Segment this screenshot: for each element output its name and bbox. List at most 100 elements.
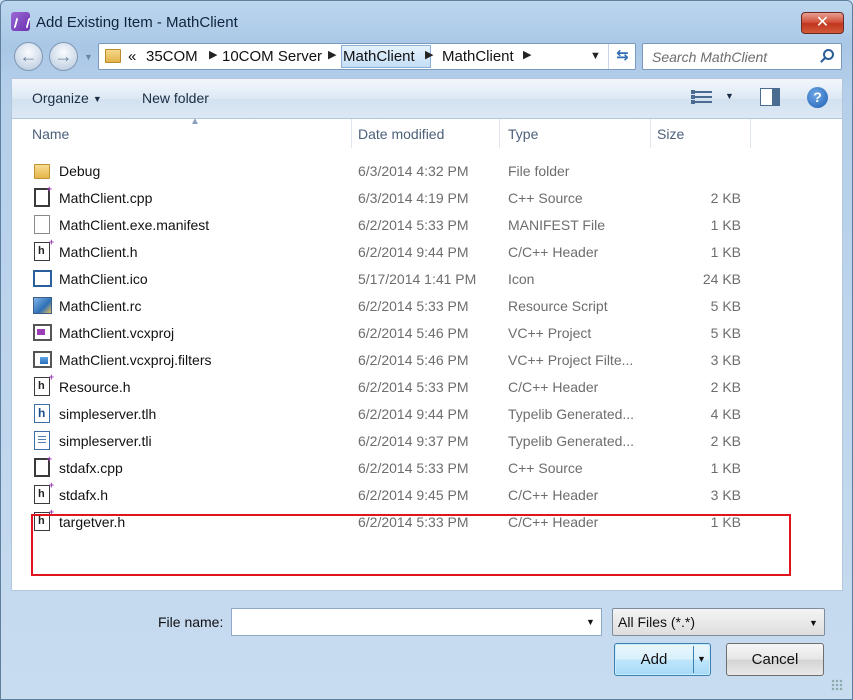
list-view-icon-line <box>691 95 712 99</box>
file-size-cell: 2 KB <box>710 190 741 206</box>
file-size-cell: 1 KB <box>710 217 741 233</box>
list-view-icon <box>691 90 712 94</box>
file-type-cell: VC++ Project Filte... <box>508 352 634 368</box>
file-row[interactable]: MathClient.cpp 6/3/2014 4:19 PM C++ Source… <box>12 184 844 212</box>
visual-studio-icon <box>11 12 30 31</box>
file-name-label: File name: <box>158 614 224 630</box>
file-name-combobox[interactable]: ▼ <box>231 608 602 636</box>
breadcrumb-mathclient-current[interactable]: MathClient <box>442 48 514 65</box>
chevron-down-icon[interactable]: ▼ <box>586 617 595 627</box>
file-row[interactable]: stdafx.cpp 6/2/2014 5:33 PM C++ Source 1 KB <box>12 454 844 482</box>
help-icon[interactable]: ? <box>807 87 828 108</box>
file-list[interactable]: Name ▲ Date modified Type Size Debug 6/3/… <box>11 116 844 591</box>
file-date-cell: 6/2/2014 9:45 PM <box>358 487 469 503</box>
file-name-input[interactable] <box>232 609 572 635</box>
column-header-name[interactable]: Name ▲ <box>22 116 352 148</box>
file-row[interactable]: MathClient.vcxproj 6/2/2014 5:46 PM VC++ P… <box>12 320 844 347</box>
folder-icon <box>34 164 50 179</box>
file-name-cell: Debug <box>59 163 101 179</box>
file-name-cell: MathClient.vcxproj <box>59 325 175 341</box>
file-row[interactable]: targetver.h 6/2/2014 5:33 PM C/C++ Header 1… <box>12 507 844 536</box>
header-file-icon <box>34 372 54 396</box>
header-file-icon <box>34 507 54 531</box>
organize-menu[interactable]: Organize ▼ <box>32 90 102 106</box>
add-button[interactable]: Add ▼ <box>614 643 711 676</box>
file-row[interactable]: Debug 6/3/2014 4:32 PM File folder <box>12 158 844 185</box>
column-header-size[interactable]: Size <box>647 119 751 148</box>
column-header-type[interactable]: Type <box>498 119 651 148</box>
sort-ascending-icon: ▲ <box>190 116 200 127</box>
refresh-button[interactable]: ⇆ <box>608 44 636 69</box>
breadcrumb-35com[interactable]: 35COM <box>146 48 198 65</box>
title-bar: Add Existing Item - MathClient ✕ <box>1 1 852 41</box>
breadcrumb-chevron-icon[interactable]: ▶ <box>209 48 217 61</box>
cancel-button[interactable]: Cancel <box>726 643 824 676</box>
breadcrumb-mathclient-parent[interactable]: MathClient <box>343 48 415 65</box>
add-options-dropdown[interactable]: ▼ <box>697 644 706 675</box>
address-history-dropdown[interactable]: ▼ <box>590 50 601 62</box>
new-folder-button[interactable]: New folder <box>142 90 209 106</box>
close-button[interactable]: ✕ <box>801 12 844 34</box>
file-size-cell: 1 KB <box>710 514 741 530</box>
file-row[interactable]: MathClient.rc 6/2/2014 5:33 PM Resource Sc… <box>12 293 844 320</box>
file-row[interactable]: MathClient.h 6/2/2014 9:44 PM C/C++ Header… <box>12 237 844 266</box>
search-input[interactable] <box>643 44 815 69</box>
search-icon[interactable] <box>823 49 834 60</box>
file-type-cell: Typelib Generated... <box>508 406 635 422</box>
file-type-cell: C/C++ Header <box>508 379 599 395</box>
preview-pane-icon[interactable] <box>760 88 780 106</box>
file-type-cell: VC++ Project <box>508 325 592 341</box>
file-size-cell: 24 KB <box>702 271 741 287</box>
file-date-cell: 6/2/2014 5:33 PM <box>358 460 469 476</box>
split-divider <box>693 646 694 673</box>
file-date-cell: 6/2/2014 9:44 PM <box>358 244 469 260</box>
dialog-window: Add Existing Item - MathClient ✕ ← → ▼ «… <box>0 0 853 700</box>
file-name-cell: Resource.h <box>59 379 131 395</box>
search-box[interactable] <box>642 43 842 70</box>
file-type-filter-value: All Files (*.*) <box>618 614 696 630</box>
project-file-icon <box>33 324 52 341</box>
view-options-dropdown[interactable]: ▼ <box>725 91 734 101</box>
back-button[interactable]: ← <box>14 42 43 71</box>
file-row[interactable]: Resource.h 6/2/2014 5:33 PM C/C++ Header 2 … <box>12 372 844 401</box>
change-view-button[interactable] <box>691 89 712 105</box>
file-date-cell: 6/2/2014 5:46 PM <box>358 325 469 341</box>
breadcrumb-chevron-icon[interactable]: ▶ <box>328 48 336 61</box>
file-name-cell: MathClient.rc <box>59 298 142 314</box>
file-row[interactable]: MathClient.ico 5/17/2014 1:41 PM Icon 24 KB <box>12 266 844 293</box>
file-name-cell: stdafx.cpp <box>59 460 123 476</box>
breadcrumb-overflow[interactable]: « <box>128 48 136 65</box>
typelib-impl-icon <box>34 431 50 450</box>
command-bar: Organize ▼ New folder ▼ ? <box>11 78 843 119</box>
resource-script-icon <box>33 297 52 314</box>
file-row[interactable]: MathClient.exe.manifest 6/2/2014 5:33 PM M… <box>12 212 844 239</box>
breadcrumb-chevron-icon[interactable]: ▶ <box>425 48 433 61</box>
breadcrumb-chevron-icon[interactable]: ▶ <box>523 48 531 61</box>
document-icon <box>34 215 50 234</box>
folder-icon <box>105 49 121 63</box>
file-name-cell: MathClient.vcxproj.filters <box>59 352 212 368</box>
add-button-label[interactable]: Add <box>615 644 693 675</box>
refresh-icon: ⇆ <box>616 47 629 64</box>
breadcrumb-10com-server[interactable]: 10COM Server <box>222 48 322 65</box>
recent-locations-dropdown[interactable]: ▼ <box>84 52 94 62</box>
file-type-cell: C/C++ Header <box>508 514 599 530</box>
file-row[interactable]: simpleserver.tlh 6/2/2014 9:44 PM Typelib … <box>12 401 844 428</box>
forward-arrow-icon: → <box>54 46 73 66</box>
file-date-cell: 6/3/2014 4:19 PM <box>358 190 469 206</box>
address-bar[interactable]: « 35COM ▶ 10COM Server ▶ MathClient ▶ Ma… <box>98 43 636 70</box>
file-name-cell: simpleserver.tli <box>59 433 152 449</box>
file-type-cell: Typelib Generated... <box>508 433 635 449</box>
forward-button[interactable]: → <box>49 42 78 71</box>
column-header-date[interactable]: Date modified <box>348 119 500 148</box>
file-name-cell: MathClient.h <box>59 244 138 260</box>
file-type-filter-select[interactable]: All Files (*.*) ▼ <box>612 608 825 636</box>
file-date-cell: 6/2/2014 9:44 PM <box>358 406 469 422</box>
file-row[interactable]: simpleserver.tli 6/2/2014 9:37 PM Typelib … <box>12 428 844 455</box>
file-name-cell: simpleserver.tlh <box>59 406 157 422</box>
file-type-cell: Resource Script <box>508 298 608 314</box>
resize-grip[interactable] <box>831 679 843 691</box>
file-row[interactable]: MathClient.vcxproj.filters 6/2/2014 5:46 … <box>12 347 844 374</box>
file-date-cell: 6/2/2014 5:46 PM <box>358 352 469 368</box>
file-row[interactable]: stdafx.h 6/2/2014 9:45 PM C/C++ Header 3 KB <box>12 480 844 509</box>
